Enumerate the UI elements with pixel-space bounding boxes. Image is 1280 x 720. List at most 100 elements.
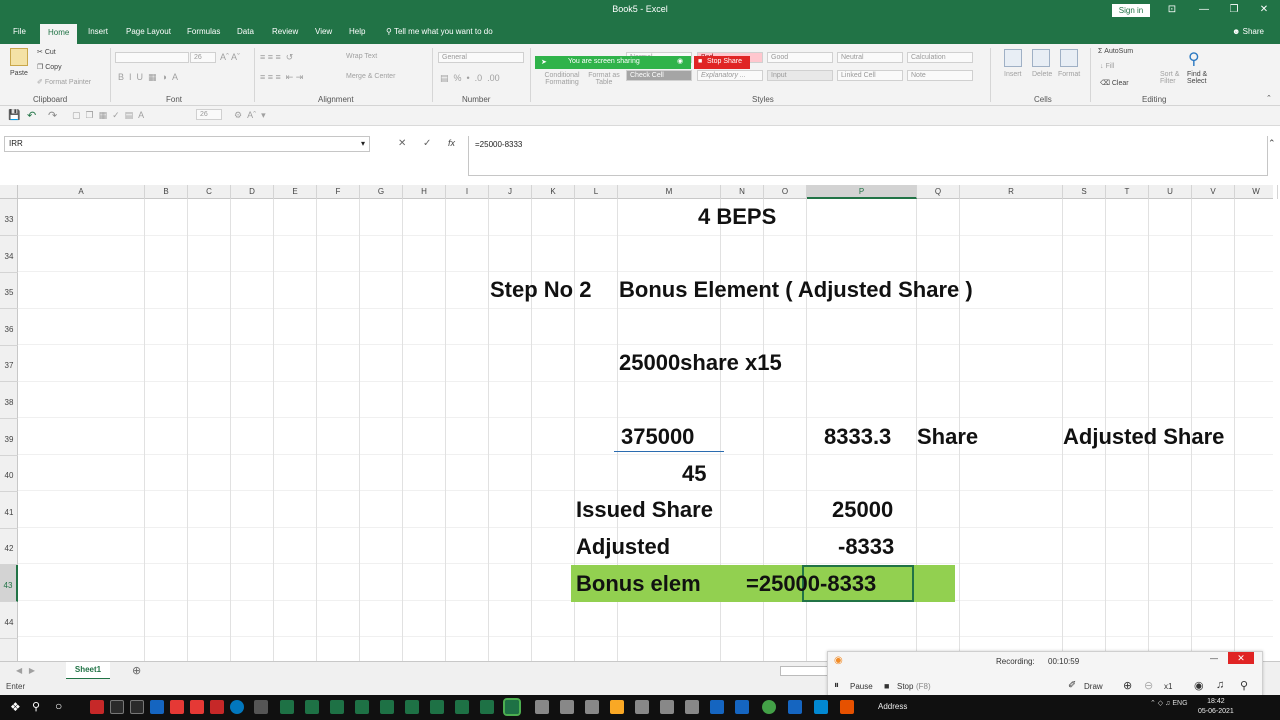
- formula-input[interactable]: =25000-8333: [468, 136, 1268, 176]
- excel-icon[interactable]: [380, 700, 394, 714]
- zoom-in-icon[interactable]: ⊕: [1123, 679, 1132, 692]
- draw-button[interactable]: Draw: [1084, 682, 1103, 691]
- column-header[interactable]: Q: [917, 185, 960, 199]
- tell-me-search[interactable]: ⚲ Tell me what you want to do: [386, 27, 493, 36]
- autosum-button[interactable]: Σ AutoSum: [1098, 48, 1133, 55]
- recorder-close-button[interactable]: ✕: [1228, 652, 1254, 664]
- confirm-entry-button[interactable]: ✓: [423, 138, 431, 149]
- copy-button[interactable]: ❐ Copy: [37, 63, 62, 71]
- stop-share-button[interactable]: ■ Stop Share: [694, 56, 750, 69]
- column-header[interactable]: T: [1106, 185, 1149, 199]
- column-header[interactable]: W: [1235, 185, 1278, 199]
- undo-icon[interactable]: ↶: [27, 109, 36, 122]
- format-cells-icon[interactable]: [1060, 49, 1078, 67]
- app-icon[interactable]: [170, 700, 184, 714]
- app-icon[interactable]: [660, 700, 674, 714]
- horizontal-scrollbar[interactable]: [780, 666, 828, 676]
- column-header[interactable]: B: [145, 185, 188, 199]
- tab-review[interactable]: Review: [272, 27, 298, 36]
- paste-button[interactable]: Paste: [10, 70, 28, 77]
- row-header[interactable]: 34: [0, 236, 18, 273]
- excel-active-icon[interactable]: [503, 698, 521, 716]
- excel-icon[interactable]: [405, 700, 419, 714]
- close-button[interactable]: ✕: [1249, 2, 1279, 18]
- excel-icon[interactable]: [430, 700, 444, 714]
- style-note[interactable]: Note: [907, 70, 973, 81]
- excel-icon[interactable]: [480, 700, 494, 714]
- tab-view[interactable]: View: [315, 27, 332, 36]
- app-icon[interactable]: [535, 700, 549, 714]
- recorder-minimize[interactable]: —: [1210, 654, 1218, 663]
- column-header[interactable]: J: [489, 185, 532, 199]
- grow-font-icon[interactable]: Aˆ Aˇ: [220, 52, 240, 62]
- cell-bonus-label[interactable]: Bonus elem: [576, 571, 716, 597]
- column-header[interactable]: H: [403, 185, 446, 199]
- format-as-table-button[interactable]: Format as Table: [586, 72, 622, 86]
- folder-icon[interactable]: [610, 700, 624, 714]
- excel-icon[interactable]: [355, 700, 369, 714]
- style-linked-cell[interactable]: Linked Cell: [837, 70, 903, 81]
- edge-icon[interactable]: [230, 700, 244, 714]
- cell-adjusted-share-label[interactable]: Adjusted Share: [1063, 424, 1224, 450]
- cell-beps-heading[interactable]: 4 BEPS: [698, 204, 776, 230]
- cell-result[interactable]: 8333.3: [824, 424, 891, 450]
- sheet-nav-arrows[interactable]: ◀ ▶: [16, 666, 35, 675]
- row-header[interactable]: 33: [0, 199, 18, 236]
- name-box[interactable]: IRR ▾: [4, 136, 370, 152]
- app-icon[interactable]: [90, 700, 104, 714]
- column-header[interactable]: V: [1192, 185, 1235, 199]
- font-name-box[interactable]: [115, 52, 189, 63]
- tray-icons[interactable]: ⌃ ◇ ♫: [1150, 700, 1172, 707]
- excel-icon[interactable]: [455, 700, 469, 714]
- tab-home[interactable]: Home: [40, 24, 78, 44]
- worksheet-grid[interactable]: 4 BEPS Step No 2 Bonus Element ( Adjuste…: [18, 199, 1273, 661]
- row-header[interactable]: 44: [0, 602, 18, 639]
- column-header[interactable]: K: [532, 185, 575, 199]
- row-header[interactable]: 42: [0, 528, 18, 566]
- app-icon[interactable]: [635, 700, 649, 714]
- row-header[interactable]: 36: [0, 309, 18, 346]
- sign-in-button[interactable]: Sign in: [1112, 4, 1150, 17]
- cell-editing-formula[interactable]: =25000-8333: [746, 571, 876, 597]
- format-painter-button[interactable]: ✐ Format Painter: [37, 78, 91, 86]
- qat-more-icons[interactable]: ⚙ Aˆ ▾: [234, 110, 266, 121]
- fill-button[interactable]: ↓ Fill: [1100, 63, 1114, 70]
- excel-icon[interactable]: [280, 700, 294, 714]
- column-header[interactable]: N: [721, 185, 764, 199]
- paste-icon[interactable]: [10, 48, 28, 66]
- clock[interactable]: 18:42 05-06-2021: [1198, 697, 1234, 717]
- app-icon[interactable]: [788, 700, 802, 714]
- column-header[interactable]: I: [446, 185, 489, 199]
- row-header[interactable]: 35: [0, 272, 18, 310]
- app-icon[interactable]: [685, 700, 699, 714]
- pen-icon[interactable]: ✐: [1068, 680, 1076, 691]
- tab-page-layout[interactable]: Page Layout: [126, 27, 171, 36]
- qat-font-size-box[interactable]: 26: [196, 109, 222, 120]
- speaker-icon[interactable]: ♫: [1216, 679, 1224, 691]
- tab-help[interactable]: Help: [349, 27, 365, 36]
- column-header[interactable]: U: [1149, 185, 1192, 199]
- cell-bonus-element-heading[interactable]: Bonus Element ( Adjusted Share ): [619, 277, 973, 303]
- app-icon[interactable]: [130, 700, 144, 714]
- tab-insert[interactable]: Insert: [88, 27, 108, 36]
- minimize-button[interactable]: —: [1189, 2, 1219, 18]
- app-icon[interactable]: [150, 700, 164, 714]
- font-size-box[interactable]: 26: [190, 52, 216, 63]
- insert-cells-icon[interactable]: [1004, 49, 1022, 67]
- column-header[interactable]: F: [317, 185, 360, 199]
- word-icon[interactable]: [710, 700, 724, 714]
- app-icon[interactable]: [814, 700, 828, 714]
- cell-share-formula[interactable]: 25000share x15: [619, 350, 782, 376]
- zoom-out-icon[interactable]: ⊖: [1144, 679, 1153, 692]
- cut-button[interactable]: ✂ Cut: [37, 48, 56, 56]
- cancel-entry-button[interactable]: ✕: [398, 138, 406, 149]
- style-neutral[interactable]: Neutral: [837, 52, 903, 63]
- word-icon[interactable]: [735, 700, 749, 714]
- microphone-icon[interactable]: ⚲: [1240, 679, 1248, 692]
- row-header[interactable]: 41: [0, 492, 18, 529]
- column-header[interactable]: O: [764, 185, 807, 199]
- cell-denominator[interactable]: 45: [682, 461, 706, 487]
- windows-start-icon[interactable]: ❖: [10, 700, 21, 714]
- cell-issued-share-value[interactable]: 25000: [832, 497, 893, 523]
- style-check-cell[interactable]: Check Cell: [626, 70, 692, 81]
